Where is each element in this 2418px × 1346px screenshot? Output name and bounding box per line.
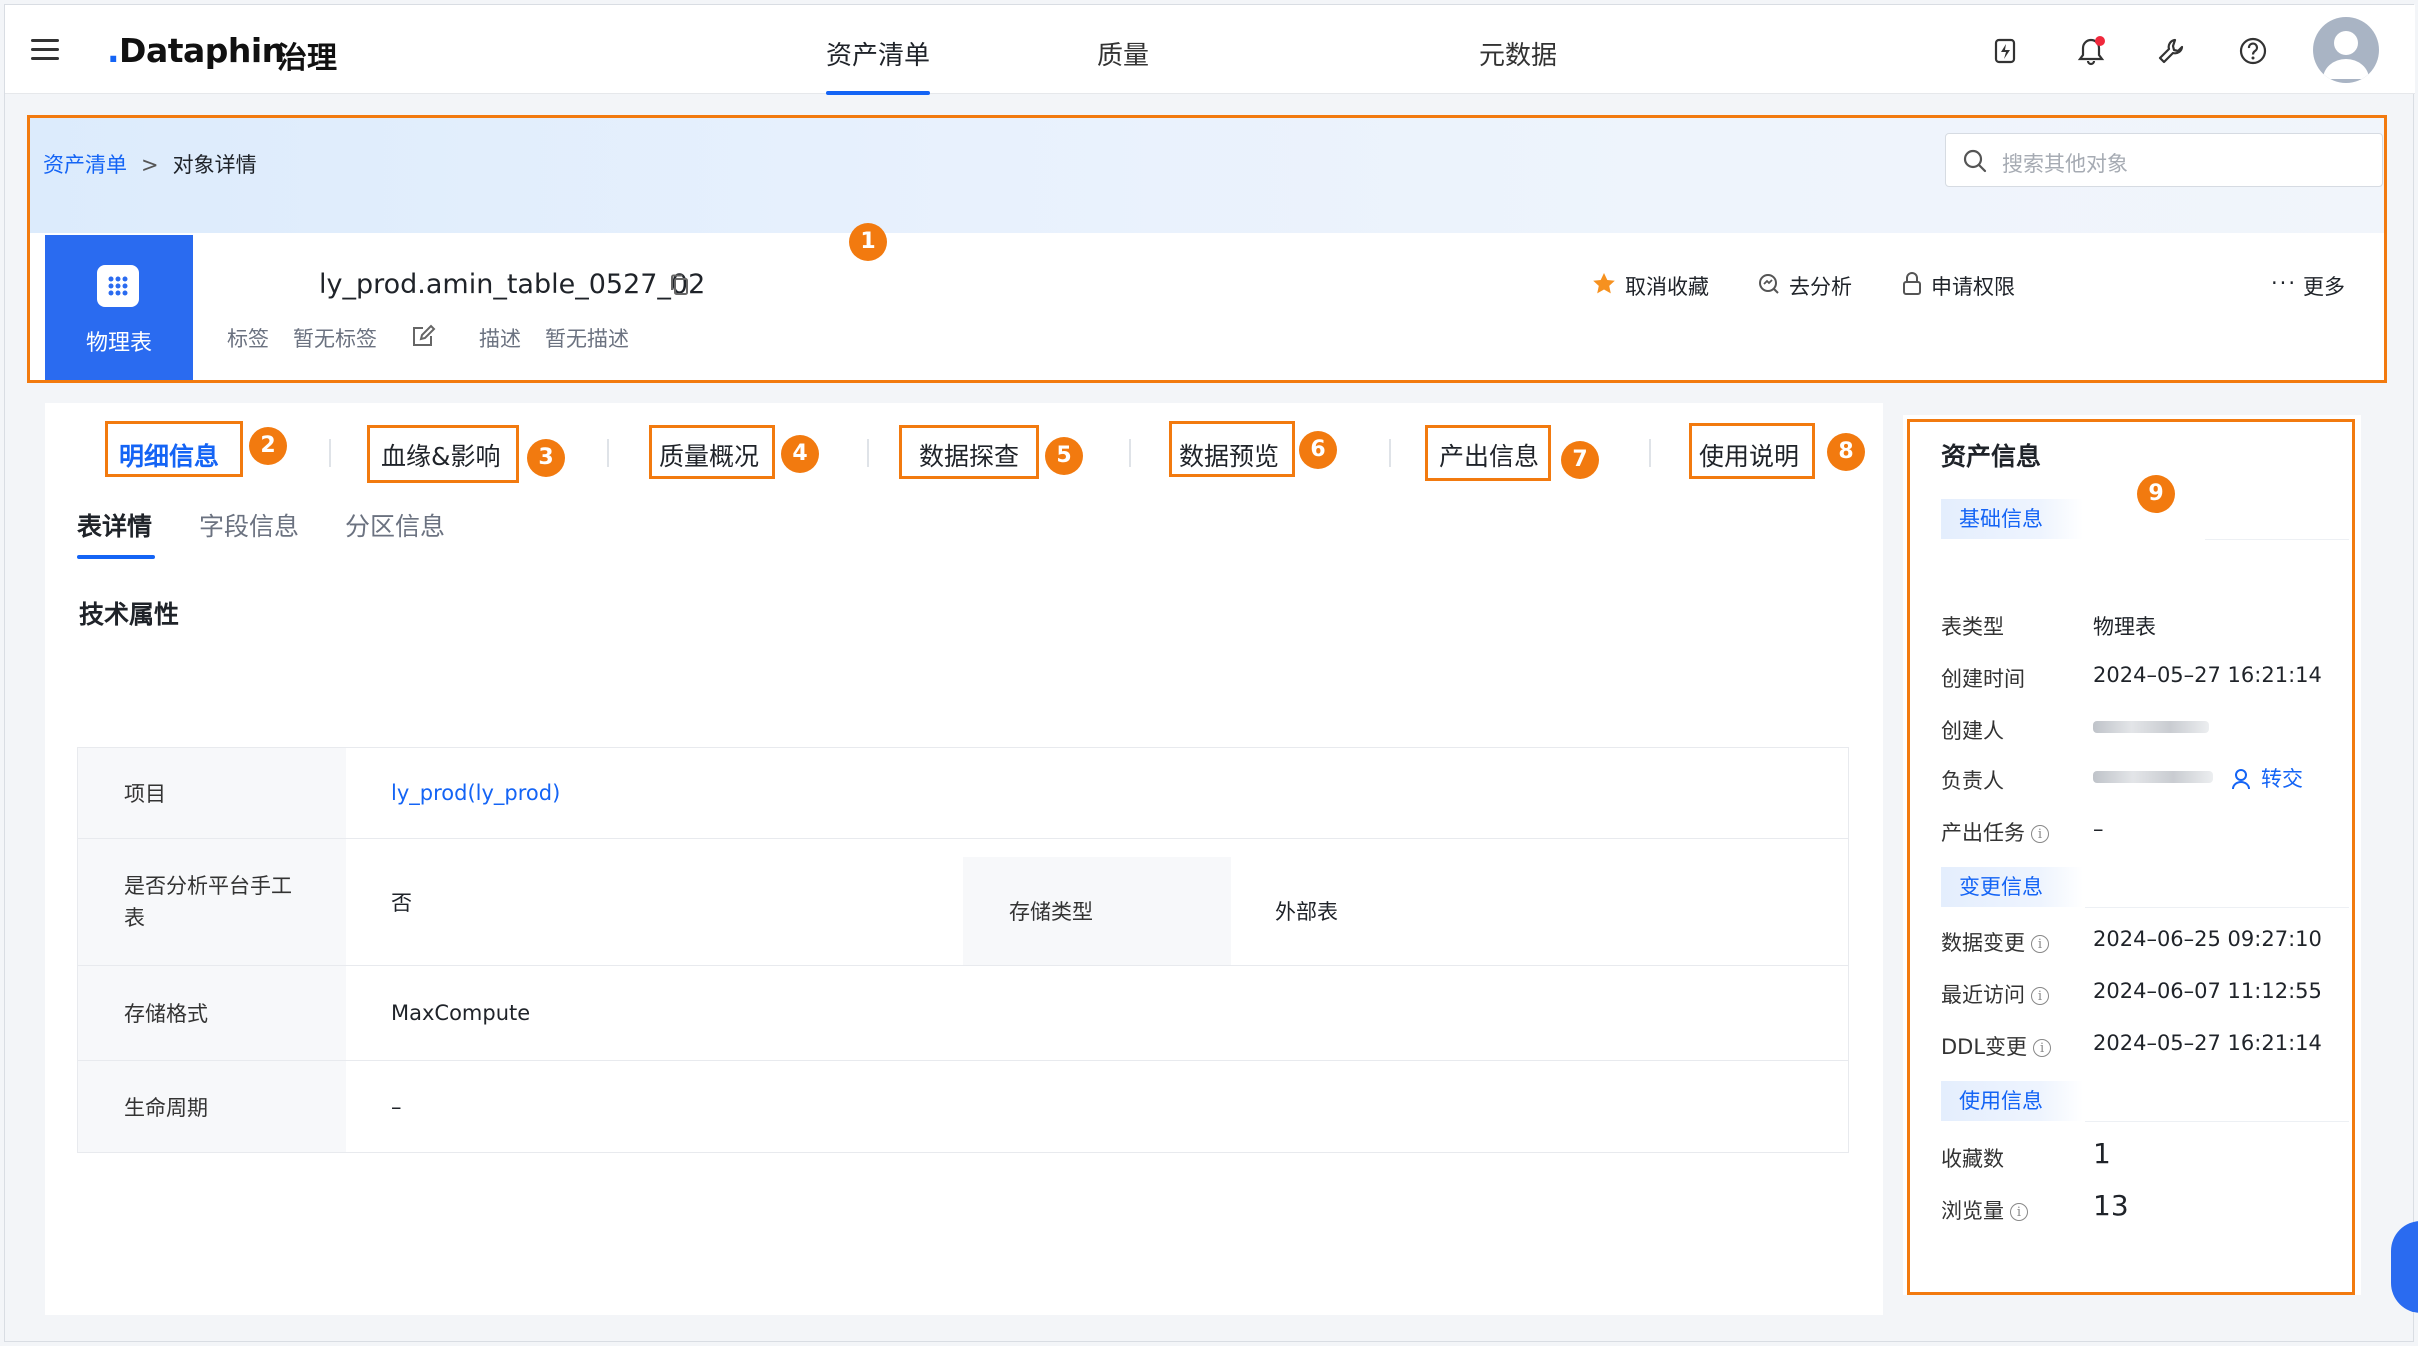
subtab-indicator — [77, 555, 155, 559]
user-avatar[interactable] — [2313, 17, 2379, 83]
section-title: 技术属性 — [79, 600, 180, 629]
annotation-number-4: 4 — [781, 435, 819, 473]
annotation-number-2: 2 — [249, 427, 287, 465]
app-window: .Dataphin 治理 资产清单 质量 元数据 资产清单 > 对象详情 搜索其… — [4, 4, 2418, 1342]
annotation-box-4 — [649, 425, 775, 479]
prop-value-storage-format: MaxCompute — [391, 1001, 531, 1025]
tab-separator — [1129, 439, 1131, 467]
prop-key-storage-format: 存储格式 — [78, 966, 346, 1060]
nav-tab-metadata[interactable]: 元数据 — [1479, 35, 1557, 72]
top-nav: .Dataphin 治理 资产清单 质量 元数据 — [5, 5, 2415, 95]
annotation-number-3: 3 — [527, 439, 565, 477]
tab-separator — [1389, 439, 1391, 467]
annotation-number-8: 8 — [1827, 433, 1865, 471]
tab-separator — [1649, 439, 1651, 467]
nav-tab-asset-list[interactable]: 资产清单 — [826, 35, 930, 72]
annotation-number-7: 7 — [1561, 441, 1599, 479]
subtab-table-detail[interactable]: 表详情 — [77, 507, 152, 543]
subtab-partition-info[interactable]: 分区信息 — [345, 507, 445, 543]
active-tab-indicator — [826, 91, 930, 95]
annotation-box-9 — [1907, 419, 2355, 1295]
prop-value-manual-table: 否 — [391, 891, 412, 915]
power-icon[interactable] — [1989, 35, 2021, 67]
project-link[interactable]: ly_prod(ly_prod) — [391, 748, 1291, 838]
module-name: 治理 — [277, 41, 337, 76]
help-icon[interactable] — [2237, 35, 2269, 67]
nav-tab-quality[interactable]: 质量 — [1097, 35, 1149, 72]
annotation-number-6: 6 — [1299, 431, 1337, 469]
tab-separator — [867, 439, 869, 467]
assistant-float-button[interactable] — [2391, 1221, 2418, 1313]
annotation-box-3 — [367, 425, 519, 483]
tab-separator — [607, 439, 609, 467]
prop-key-lifecycle: 生命周期 — [78, 1061, 346, 1152]
annotation-number-1: 1 — [849, 223, 887, 261]
menu-icon[interactable] — [31, 39, 59, 61]
prop-value-lifecycle: – — [391, 1094, 402, 1119]
annotation-number-9: 9 — [2137, 475, 2175, 513]
subtab-field-info[interactable]: 字段信息 — [199, 507, 299, 543]
prop-key-manual-table: 是否分析平台手工表 — [78, 839, 346, 965]
annotation-box-8 — [1689, 423, 1815, 479]
annotation-box-5 — [899, 425, 1039, 479]
notification-bell-icon[interactable] — [2075, 35, 2107, 67]
prop-key-project: 项目 — [78, 748, 346, 838]
product-logo[interactable]: .Dataphin — [107, 31, 285, 70]
wrench-icon[interactable] — [2155, 35, 2187, 67]
prop-value-storage-type: 外部表 — [1275, 900, 1338, 924]
annotation-box-7 — [1425, 425, 1551, 481]
annotation-box-2 — [105, 421, 243, 477]
annotation-number-5: 5 — [1045, 437, 1083, 475]
prop-key-storage-type: 存储类型 — [963, 857, 1231, 965]
annotation-box-1 — [27, 115, 2387, 383]
tab-separator — [329, 439, 331, 467]
annotation-box-6 — [1169, 421, 1295, 477]
